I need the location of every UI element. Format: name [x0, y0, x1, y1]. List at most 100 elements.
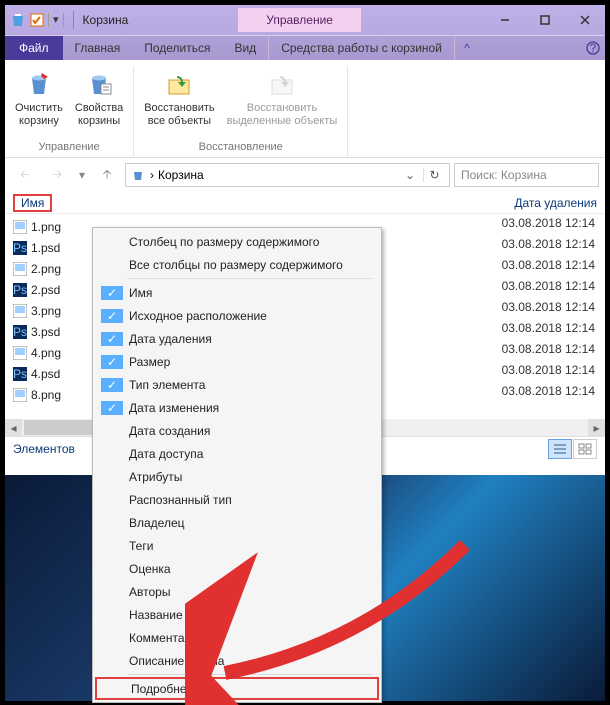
- menu-separator: [127, 278, 373, 279]
- menu-item-label: Владелец: [123, 516, 185, 530]
- file-date: 03.08.2018 12:14: [502, 237, 595, 258]
- status-text: Элементов: [13, 442, 75, 456]
- tab-share[interactable]: Поделиться: [132, 36, 222, 60]
- empty-bin-button[interactable]: Очиститькорзину: [9, 66, 69, 139]
- file-date: 03.08.2018 12:14: [502, 384, 595, 405]
- menu-column-option[interactable]: ✓Дата изменения: [95, 396, 379, 419]
- help-icon[interactable]: ?: [581, 36, 605, 60]
- bin-properties-icon: [83, 68, 115, 100]
- file-item[interactable]: 1.png: [13, 216, 85, 237]
- view-large-icons-button[interactable]: [573, 439, 597, 459]
- column-name-header[interactable]: Имя: [13, 194, 52, 212]
- file-item[interactable]: 8.png: [13, 384, 85, 405]
- menu-item-label: Размер: [123, 355, 170, 369]
- nav-back-button[interactable]: 🡠: [11, 162, 39, 188]
- psd-file-icon: Ps: [13, 283, 27, 297]
- nav-forward-button[interactable]: 🡢: [43, 162, 71, 188]
- tab-home[interactable]: Главная: [63, 36, 133, 60]
- file-item[interactable]: Ps1.psd: [13, 237, 85, 258]
- menu-column-option[interactable]: Теги: [95, 534, 379, 557]
- menu-size-column[interactable]: Столбец по размеру содержимого: [95, 230, 379, 253]
- menu-item-label: Дата удаления: [123, 332, 212, 346]
- menu-column-option[interactable]: ✓Дата удаления: [95, 327, 379, 350]
- menu-item-label: Описание файла: [123, 654, 224, 668]
- menu-column-option[interactable]: ✓Имя: [95, 281, 379, 304]
- address-dropdown-icon[interactable]: ⌄: [401, 168, 419, 182]
- menu-column-option[interactable]: Название: [95, 603, 379, 626]
- file-name: 4.psd: [31, 367, 60, 381]
- file-item[interactable]: 4.png: [13, 342, 85, 363]
- close-button[interactable]: [565, 5, 605, 35]
- file-item[interactable]: 3.png: [13, 300, 85, 321]
- scroll-right-icon[interactable]: ▸: [588, 419, 605, 436]
- svg-text:Ps: Ps: [13, 241, 27, 255]
- check-icon: ✓: [101, 332, 123, 346]
- png-file-icon: [13, 262, 27, 276]
- title-bar[interactable]: ▾ Корзина Управление: [5, 5, 605, 35]
- ribbon-group-restore: Восстановление: [199, 139, 283, 157]
- menu-column-option[interactable]: ✓Размер: [95, 350, 379, 373]
- menu-column-option[interactable]: Описание файла: [95, 649, 379, 672]
- file-date: 03.08.2018 12:14: [502, 216, 595, 237]
- restore-all-button[interactable]: Восстановитьвсе объекты: [138, 66, 220, 139]
- recycle-bin-icon: [130, 167, 146, 183]
- view-details-button[interactable]: [548, 439, 572, 459]
- png-file-icon: [13, 220, 27, 234]
- scroll-left-icon[interactable]: ◂: [5, 419, 22, 436]
- address-box[interactable]: › Корзина ⌄ ↻: [125, 163, 450, 187]
- menu-column-option[interactable]: Распознанный тип: [95, 488, 379, 511]
- menu-more[interactable]: Подробнее...: [95, 677, 379, 700]
- menu-item-label: Название: [123, 608, 183, 622]
- png-file-icon: [13, 304, 27, 318]
- check-icon: ✓: [101, 401, 123, 415]
- menu-size-all-columns[interactable]: Все столбцы по размеру содержимого: [95, 253, 379, 276]
- psd-file-icon: Ps: [13, 241, 27, 255]
- qat-checkbox-icon[interactable]: [29, 12, 45, 28]
- menu-column-option[interactable]: Оценка: [95, 557, 379, 580]
- breadcrumb-location[interactable]: Корзина: [158, 168, 204, 182]
- menu-column-option[interactable]: ✓Исходное расположение: [95, 304, 379, 327]
- nav-history-dropdown[interactable]: ▾: [75, 162, 89, 188]
- file-item[interactable]: 2.png: [13, 258, 85, 279]
- column-date-deleted-header[interactable]: Дата удаления: [514, 196, 597, 210]
- menu-item-label: Теги: [123, 539, 153, 553]
- contextual-tab-group[interactable]: Управление: [238, 8, 361, 32]
- search-input[interactable]: Поиск: Корзина: [454, 163, 599, 187]
- tab-view[interactable]: Вид: [222, 36, 268, 60]
- empty-bin-icon: [23, 68, 55, 100]
- menu-column-option[interactable]: Дата доступа: [95, 442, 379, 465]
- restore-selected-icon: [266, 68, 298, 100]
- breadcrumb-arrow[interactable]: ›: [150, 168, 154, 182]
- file-item[interactable]: Ps2.psd: [13, 279, 85, 300]
- png-file-icon: [13, 346, 27, 360]
- restore-selected-button[interactable]: Восстановитьвыделенные объекты: [221, 66, 344, 139]
- file-name: 8.png: [31, 388, 61, 402]
- menu-column-option[interactable]: ✓Тип элемента: [95, 373, 379, 396]
- menu-item-label: Авторы: [123, 585, 170, 599]
- file-item[interactable]: Ps4.psd: [13, 363, 85, 384]
- ribbon-expand-icon[interactable]: ^: [455, 36, 479, 60]
- restore-all-icon: [163, 68, 195, 100]
- nav-up-button[interactable]: 🡡: [93, 162, 121, 188]
- column-context-menu: Столбец по размеру содержимого Все столб…: [92, 227, 382, 703]
- menu-column-option[interactable]: Владелец: [95, 511, 379, 534]
- bin-properties-button[interactable]: Свойствакорзины: [69, 66, 129, 139]
- check-icon: ✓: [101, 355, 123, 369]
- file-tab[interactable]: Файл: [5, 36, 63, 60]
- file-name: 3.psd: [31, 325, 60, 339]
- refresh-button[interactable]: ↻: [423, 168, 445, 182]
- psd-file-icon: Ps: [13, 325, 27, 339]
- minimize-button[interactable]: [485, 5, 525, 35]
- qat-customize-dropdown[interactable]: ▾: [48, 13, 64, 27]
- menu-column-option[interactable]: Авторы: [95, 580, 379, 603]
- file-date: 03.08.2018 12:14: [502, 258, 595, 279]
- menu-separator: [127, 674, 373, 675]
- file-date: 03.08.2018 12:14: [502, 300, 595, 321]
- menu-column-option[interactable]: Комментарии: [95, 626, 379, 649]
- menu-column-option[interactable]: Атрибуты: [95, 465, 379, 488]
- file-item[interactable]: Ps 3.psd: [13, 321, 85, 342]
- tab-recycle-tools[interactable]: Средства работы с корзиной: [268, 36, 455, 60]
- menu-column-option[interactable]: Дата создания: [95, 419, 379, 442]
- menu-item-label: Тип элемента: [123, 378, 205, 392]
- maximize-button[interactable]: [525, 5, 565, 35]
